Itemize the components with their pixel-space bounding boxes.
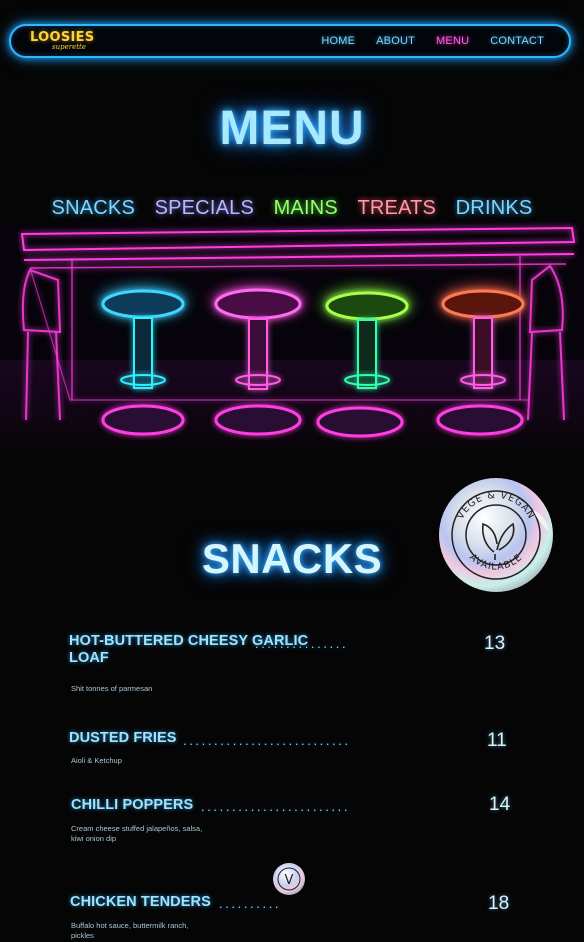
category-snacks[interactable]: SNACKS — [52, 197, 135, 220]
mini-badge-letter: V — [285, 873, 294, 888]
item-price: 14 — [489, 794, 511, 815]
nav-contact[interactable]: CONTACT — [490, 35, 544, 47]
neon-bar-stools-image — [0, 220, 584, 465]
nav-menu[interactable]: MENU — [436, 35, 469, 47]
item-price: 13 — [484, 633, 506, 654]
page-title: MENU — [219, 102, 365, 155]
item-description: Shit tonnes of parmesan — [71, 684, 153, 693]
item-name: CHICKEN TENDERS — [70, 894, 211, 910]
category-treats[interactable]: TREATS — [357, 197, 436, 220]
item-name: CHILLI POPPERS — [71, 797, 194, 813]
item-price: 11 — [487, 730, 507, 751]
top-nav: LOOSIES superette HOME ABOUT MENU CONTAC… — [9, 24, 571, 58]
category-nav: SNACKS SPECIALS MAINS TREATS DRINKS — [0, 197, 584, 220]
category-specials[interactable]: SPECIALS — [155, 197, 254, 220]
item-name: DUSTED FRIES — [69, 730, 177, 746]
item-price: 18 — [488, 893, 510, 914]
vege-vegan-badge: VEGE & VEGAN AVAILABLE — [439, 478, 553, 592]
dot-leader: ........................................… — [201, 799, 347, 814]
dot-leader: .......................... — [255, 636, 345, 651]
item-description: Buffalo hot sauce, buttermilk ranch, pic… — [71, 921, 189, 940]
vegan-v-icon: V — [273, 863, 305, 895]
item-description: Cream cheese stuffed jalapeños, salsa, k… — [71, 824, 203, 843]
nav-links: HOME ABOUT MENU CONTACT — [321, 26, 544, 56]
item-description: Aioli & Ketchup — [71, 756, 122, 765]
nav-about[interactable]: ABOUT — [376, 35, 415, 47]
dot-leader: ................. — [219, 896, 281, 911]
dot-leader: ........................................… — [183, 733, 349, 748]
category-mains[interactable]: MAINS — [274, 197, 338, 220]
logo[interactable]: LOOSIES superette — [30, 31, 110, 51]
category-drinks[interactable]: DRINKS — [456, 197, 533, 220]
nav-home[interactable]: HOME — [321, 35, 355, 47]
logo-subtext: superette — [52, 43, 86, 51]
